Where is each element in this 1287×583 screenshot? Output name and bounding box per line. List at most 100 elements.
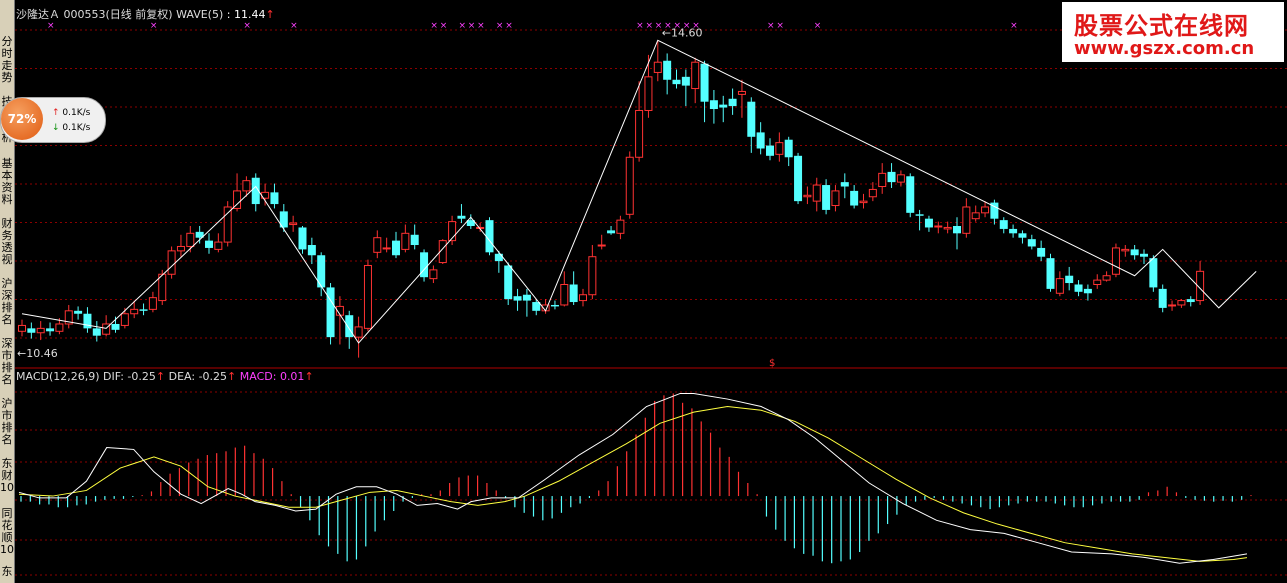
candle-up [934,225,943,228]
candle-up [1111,247,1120,275]
signal-marker: × [655,21,663,31]
side-tab-8[interactable]: 东财10 [0,458,14,494]
side-tab-6[interactable]: 深市排名 [0,338,14,386]
candle-down [326,287,335,338]
side-tab-1[interactable]: 分时走势 [0,36,14,84]
candle-up [943,226,952,230]
candle-up [635,109,644,158]
candle-down [1018,233,1027,238]
candle-down [522,294,531,301]
candle-up [1055,278,1064,294]
candle-up [289,222,298,226]
side-tab-3[interactable]: 基本资料 [0,158,14,206]
candle-up [775,142,784,155]
candle-down [747,101,756,137]
signal-marker: × [290,21,298,31]
dif-line [18,392,1248,564]
signal-marker: × [636,21,644,31]
macd-indicator-name: MACD(12,26,9) [16,370,100,383]
signal-marker: × [496,21,504,31]
macd-value: MACD: 0.01 [239,370,305,383]
candle-up [588,256,597,296]
candle-up [233,190,242,209]
candle-up [812,184,821,202]
candle-up [176,245,185,252]
candle-down [915,214,924,216]
dollar-marker: $ [769,358,775,369]
signal-marker: × [243,21,251,31]
candle-up [158,273,167,302]
candle-down [850,190,859,206]
candle-up [242,180,251,192]
candle-down [794,155,803,202]
dea-value: DEA: -0.25 [168,370,228,383]
candle-up [214,241,223,250]
candle-down [410,234,419,246]
candle-down [569,284,578,303]
candle-up [1121,248,1130,252]
signal-marker: × [440,21,448,31]
stock-code: 000553 [63,8,106,21]
period-label: (日线 前复权) [105,8,173,21]
candle-down [906,176,915,213]
side-tab-7[interactable]: 沪市排名 [0,398,14,446]
candle-up [803,194,812,198]
dea-line [18,406,1248,562]
dea-arrow-icon: ↑ [227,370,237,383]
candle-down [307,245,316,256]
side-tab-5[interactable]: 沪深排名 [0,278,14,326]
candle-down [513,296,522,301]
candle-up [1093,279,1102,285]
candle-up [167,250,176,275]
candle-up [1177,300,1186,306]
candle-down [205,240,213,248]
candle-up [429,269,438,280]
candle-up [896,174,905,183]
candle-up [148,297,157,310]
candle-up [36,327,45,334]
candle-down [1186,299,1195,303]
signal-marker: × [47,21,55,31]
wave-indicator-name: WAVE(5) [176,8,224,21]
download-arrow-icon: ↓ [52,123,60,133]
signal-marker: × [645,21,653,31]
side-tab-4[interactable]: 财务透视 [0,218,14,266]
candle-down [298,227,307,250]
macd-header: MACD(12,26,9) DIF: -0.25↑ DEA: -0.25↑ MA… [16,370,314,383]
candle-up [737,90,746,95]
candle-down [1074,284,1083,292]
candle-down [1158,288,1167,308]
signal-marker: × [1010,21,1018,31]
candle-down [550,304,559,307]
candle-down [494,253,503,262]
wave-arrow-icon: ↑ [265,8,275,21]
candle-down [139,309,148,311]
side-tab-10[interactable]: 东 [0,566,14,578]
candle-down [1027,239,1036,247]
candle-down [74,310,83,314]
candle-down [607,230,616,234]
dif-value: DIF: -0.25 [103,370,156,383]
candle-up [373,237,382,253]
macd-arrow-icon: ↑ [304,370,314,383]
candle-down [270,192,279,205]
candle-up [18,324,26,332]
candle-up [644,76,653,111]
candle-up [382,247,391,250]
candle-down [719,104,728,108]
signal-marker: × [430,21,438,31]
candle-up [363,264,372,329]
candle-up [831,190,840,207]
candle-down [1130,249,1139,256]
chart-area[interactable]: ←14.60←10.46× × × × × × × × × × × × × × × × × × × × × ×$ [15,0,1287,583]
chart-header: 沙隆达Ａ 000553(日线 前复权) WAVE(5) : 11.44↑ [16,6,275,22]
candle-down [27,328,36,333]
candle-down [504,265,513,300]
candle-down [953,226,961,234]
side-tab-bar: 分时走势技术分析基本资料财务透视沪深排名深市排名沪市排名东财10同花顺10东 [0,0,15,583]
candle-down [709,100,718,110]
side-tab-9[interactable]: 同花顺10 [0,508,14,556]
candle-down [924,218,933,228]
candle-up [401,232,410,250]
stock-name: 沙隆达Ａ [16,8,60,21]
